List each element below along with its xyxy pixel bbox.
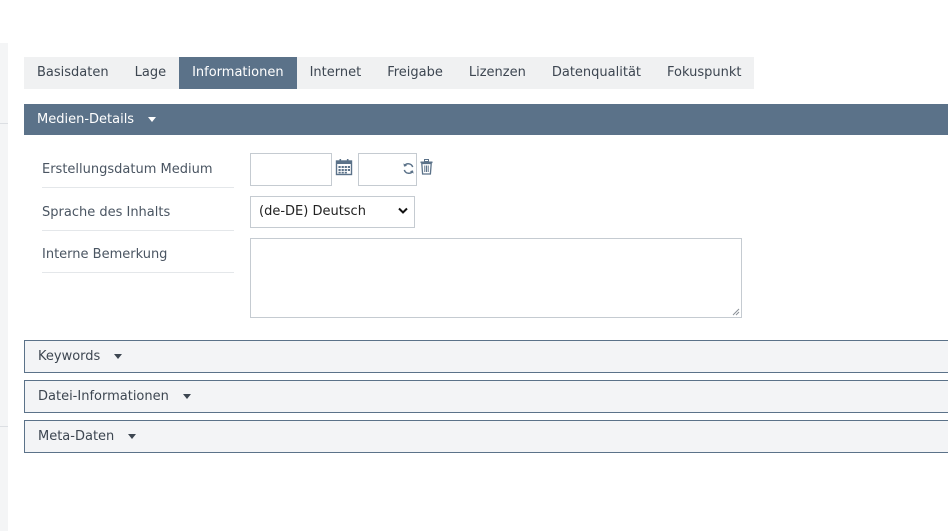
- tab-fokuspunkt[interactable]: Fokuspunkt: [654, 57, 754, 89]
- resize-grip-icon[interactable]: [732, 308, 740, 316]
- tab-datenqualitaet[interactable]: Datenqualität: [539, 57, 654, 89]
- tab-basisdaten[interactable]: Basisdaten: [24, 57, 122, 89]
- gutter-divider: [0, 123, 8, 124]
- internal-note-label: Interne Bemerkung: [42, 238, 234, 273]
- meta-data-panel-title: Meta-Daten: [38, 429, 115, 444]
- tab-lage[interactable]: Lage: [122, 57, 179, 89]
- caret-down-icon: [148, 117, 157, 122]
- tab-lizenzen[interactable]: Lizenzen: [456, 57, 539, 89]
- left-gutter: [0, 43, 8, 531]
- tab-bar: Basisdaten Lage Informationen Internet F…: [24, 57, 755, 89]
- caret-down-icon: [128, 434, 137, 439]
- content-language-select[interactable]: (de-DE) Deutsch: [250, 196, 415, 228]
- content-language-label: Sprache des Inhalts: [42, 196, 234, 231]
- trash-icon[interactable]: [420, 159, 433, 175]
- media-details-title: Medien-Details: [37, 112, 135, 127]
- tab-freigabe[interactable]: Freigabe: [374, 57, 456, 89]
- tab-internet[interactable]: Internet: [297, 57, 375, 89]
- caret-down-icon: [114, 354, 123, 359]
- meta-data-panel[interactable]: Meta-Daten: [24, 420, 948, 453]
- tab-informationen[interactable]: Informationen: [179, 57, 297, 89]
- refresh-icon[interactable]: [402, 162, 415, 175]
- media-details-header[interactable]: Medien-Details: [24, 104, 948, 135]
- creation-date-input[interactable]: [250, 153, 332, 186]
- calendar-icon[interactable]: [335, 158, 353, 176]
- caret-down-icon: [183, 394, 192, 399]
- file-info-panel[interactable]: Datei-Informationen: [24, 380, 948, 413]
- gutter-divider: [0, 426, 8, 427]
- keywords-panel-title: Keywords: [38, 349, 101, 364]
- file-info-panel-title: Datei-Informationen: [38, 389, 169, 404]
- creation-date-label: Erstellungsdatum Medium: [42, 153, 234, 188]
- keywords-panel[interactable]: Keywords: [24, 340, 948, 373]
- chevron-down-icon: [398, 207, 408, 214]
- internal-note-textarea[interactable]: [250, 238, 742, 318]
- content-language-value: (de-DE) Deutsch: [259, 204, 366, 219]
